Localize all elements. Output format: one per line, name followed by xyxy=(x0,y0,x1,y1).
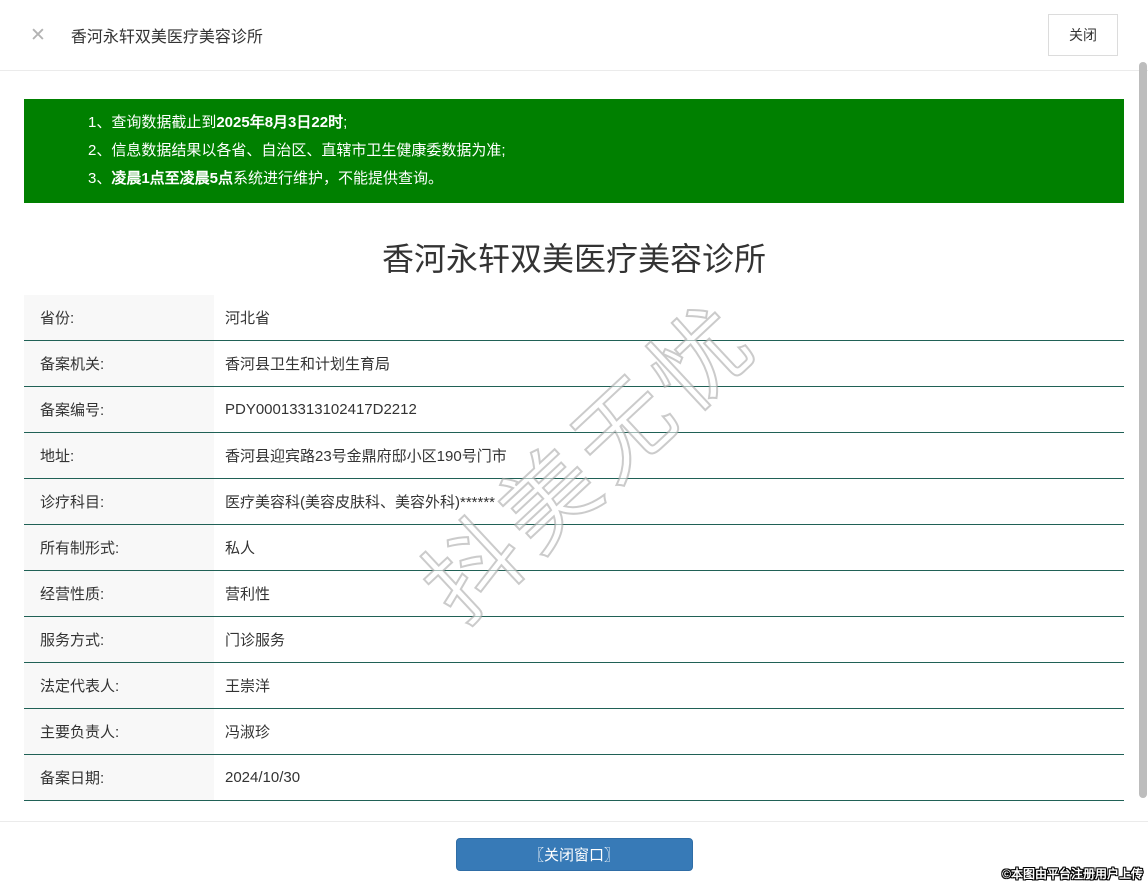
row-value: 河北省 xyxy=(214,295,1124,340)
table-row: 主要负责人: 冯淑珍 xyxy=(24,709,1124,755)
table-row: 服务方式: 门诊服务 xyxy=(24,617,1124,663)
table-row: 备案机关: 香河县卫生和计划生育局 xyxy=(24,341,1124,387)
info-table: 省份: 河北省 备案机关: 香河县卫生和计划生育局 备案编号: PDY00013… xyxy=(24,295,1124,801)
row-value: 香河县迎宾路23号金鼎府邸小区190号门市 xyxy=(214,433,1124,478)
table-row: 省份: 河北省 xyxy=(24,295,1124,341)
scrollbar-thumb[interactable] xyxy=(1139,62,1147,798)
row-value: PDY00013313102417D2212 xyxy=(214,387,1124,432)
notice-banner: 1、查询数据截止到2025年8月3日22时; 2、信息数据结果以各省、自治区、直… xyxy=(24,99,1124,203)
row-label: 法定代表人: xyxy=(24,663,214,708)
notice-text-bold: 2025年8月3日22时 xyxy=(216,114,344,131)
row-label: 诊疗科目: xyxy=(24,479,214,524)
row-value: 香河县卫生和计划生育局 xyxy=(214,341,1124,386)
notice-line: 2、信息数据结果以各省、自治区、直辖市卫生健康委数据为准; xyxy=(88,137,1104,165)
row-label: 地址: xyxy=(24,433,214,478)
close-window-button[interactable]: 〖关闭窗口〗 xyxy=(455,838,693,871)
notice-text: ; xyxy=(343,114,348,131)
notice-line: 3、凌晨1点至凌晨5点系统进行维护，不能提供查询。 xyxy=(88,165,1104,193)
footer: 〖关闭窗口〗 xyxy=(0,822,1148,871)
row-value: 门诊服务 xyxy=(214,617,1124,662)
row-label: 所有制形式: xyxy=(24,525,214,570)
notice-line: 1、查询数据截止到2025年8月3日22时; xyxy=(88,109,1104,137)
table-row: 备案日期: 2024/10/30 xyxy=(24,755,1124,801)
table-row: 所有制形式: 私人 xyxy=(24,525,1124,571)
table-row: 诊疗科目: 医疗美容科(美容皮肤科、美容外科)****** xyxy=(24,479,1124,525)
notice-text: 1、查询数据截止到 xyxy=(88,114,217,131)
notice-text: 3、 xyxy=(88,170,112,187)
row-value: 医疗美容科(美容皮肤科、美容外科)****** xyxy=(214,479,1124,524)
table-row: 地址: 香河县迎宾路23号金鼎府邸小区190号门市 xyxy=(24,433,1124,479)
notice-text-bold: 凌晨1点至凌晨5点 xyxy=(111,170,234,187)
row-label: 经营性质: xyxy=(24,571,214,616)
row-value: 2024/10/30 xyxy=(214,755,1124,800)
table-row: 备案编号: PDY00013313102417D2212 xyxy=(24,387,1124,433)
notice-text: 2、信息数据结果以各省、自治区、直辖市卫生健康委数据为准; xyxy=(88,142,506,159)
row-label: 服务方式: xyxy=(24,617,214,662)
header-bar: ✕ 香河永轩双美医疗美容诊所 关闭 xyxy=(0,0,1148,71)
header-close-button[interactable]: 关闭 xyxy=(1048,14,1118,56)
row-label: 备案机关: xyxy=(24,341,214,386)
notice-text: 系统进行维护，不能提供查询。 xyxy=(233,170,444,187)
row-label: 备案编号: xyxy=(24,387,214,432)
upload-credit-text: ©本图由平台注册用户上传 xyxy=(1002,867,1143,881)
row-label: 省份: xyxy=(24,295,214,340)
row-value: 王崇洋 xyxy=(214,663,1124,708)
table-row: 经营性质: 营利性 xyxy=(24,571,1124,617)
close-x-icon[interactable]: ✕ xyxy=(30,26,46,45)
row-value: 冯淑珍 xyxy=(214,709,1124,754)
header-title: 香河永轩双美医疗美容诊所 xyxy=(70,29,263,46)
row-label: 主要负责人: xyxy=(24,709,214,754)
table-row: 法定代表人: 王崇洋 xyxy=(24,663,1124,709)
row-value: 营利性 xyxy=(214,571,1124,616)
row-label: 备案日期: xyxy=(24,755,214,800)
page-title: 香河永轩双美医疗美容诊所 xyxy=(381,241,766,277)
row-value: 私人 xyxy=(214,525,1124,570)
